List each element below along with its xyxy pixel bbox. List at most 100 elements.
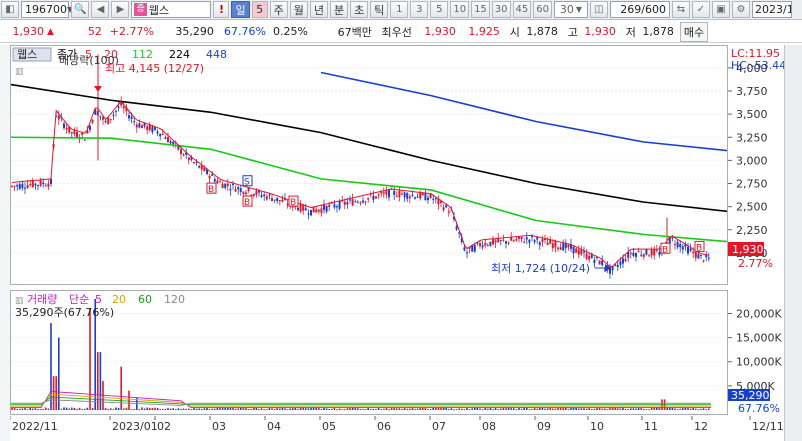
volume-bar — [492, 409, 494, 411]
volume-bars — [11, 299, 710, 411]
open-price: 1,878 — [526, 25, 558, 38]
volume-bar — [211, 408, 213, 410]
save-icon[interactable]: ▣ — [712, 1, 730, 18]
candle-body — [104, 121, 107, 123]
stock-name-field[interactable]: 증 웹스 — [131, 1, 212, 18]
settings-gear-icon[interactable]: ⚙ — [732, 1, 750, 18]
candle-body — [302, 204, 305, 211]
check-icon[interactable]: ✓ — [692, 1, 710, 18]
candle-body — [707, 257, 710, 259]
right-scrollbar[interactable] — [784, 45, 802, 441]
minute-3-button[interactable]: 3 — [410, 1, 429, 18]
period-week-button[interactable]: 주 — [269, 1, 288, 18]
volume-bar — [458, 408, 460, 410]
volume-bar — [76, 408, 78, 410]
volume-bar — [370, 408, 372, 410]
candle-body — [674, 244, 676, 246]
volume-bar — [471, 408, 473, 410]
alert-icon[interactable]: ! — [213, 1, 230, 18]
volume-resize-icon[interactable]: ▥ — [15, 296, 24, 306]
candle-body — [367, 197, 370, 200]
minute-10-button[interactable]: 10 — [450, 1, 470, 18]
minute-15-button[interactable]: 15 — [471, 1, 490, 18]
volume-bar — [325, 408, 328, 410]
volume-bar — [39, 409, 42, 411]
candle-body — [580, 249, 583, 255]
volume-bar — [143, 408, 146, 410]
candle-body — [466, 252, 468, 254]
prev-stock-icon[interactable]: ◀ — [91, 1, 110, 18]
minute-30-button[interactable]: 30 — [491, 1, 511, 18]
volume-bar — [549, 407, 551, 410]
candle-body — [203, 167, 206, 172]
zoom-icon[interactable]: ◫ — [590, 1, 608, 18]
candle-body — [323, 204, 325, 210]
volume-bar — [234, 408, 237, 410]
period-month-button[interactable]: 월 — [289, 1, 308, 18]
volume-bar — [78, 407, 81, 410]
minute-60-button[interactable]: 60 — [533, 1, 552, 18]
candle-body — [502, 239, 505, 241]
period-minute-button[interactable]: 분 — [329, 1, 349, 18]
period-minute-label: 분 — [333, 3, 345, 17]
period-year-button[interactable]: 년 — [309, 1, 328, 18]
volume-bar — [432, 407, 434, 410]
date-input[interactable]: 2023/12 — [752, 1, 792, 18]
candle-body — [107, 117, 110, 125]
volume-bar — [635, 408, 637, 410]
candle-body — [81, 133, 84, 135]
volume-ticks: 20,000K15,000K10,000K5,000K — [728, 307, 782, 393]
candle-body — [167, 137, 169, 143]
candle-body — [198, 165, 201, 168]
candle-body — [385, 190, 388, 195]
candlesticks — [11, 54, 710, 279]
candle-body — [169, 141, 172, 144]
scroll-icon[interactable]: ⇆ — [672, 1, 690, 18]
display-count-input[interactable]: 269/600 — [610, 1, 670, 18]
volume-bar — [180, 408, 182, 410]
volume-bar — [284, 408, 286, 410]
price-tick-label: 3,000 — [736, 154, 768, 167]
volume-legend: 단순 5 20 60 120 — [69, 293, 185, 306]
pane-resize-icon[interactable]: ▥ — [15, 67, 24, 77]
volume-bar — [437, 407, 440, 410]
menu-icon[interactable]: ◧ — [1, 1, 19, 18]
period-second-button[interactable]: 초 — [350, 1, 369, 18]
volume-bar — [648, 409, 650, 411]
low-note: 최저 1,724 (10/24) — [491, 262, 590, 275]
volume-chart-pane[interactable]: ▥ 거래량 단순 5 20 60 120 35,290주(67.76%) — [10, 290, 728, 415]
volume-bar — [596, 408, 598, 410]
volume-bar — [409, 408, 411, 410]
candle-body — [442, 207, 445, 211]
buy-button[interactable]: 매수 — [679, 21, 709, 42]
volume-bar — [195, 408, 198, 410]
volume-bar — [481, 409, 484, 411]
turnover-rate: 0.25% — [272, 25, 308, 38]
minute-5-button[interactable]: 5 — [430, 1, 449, 18]
search-icon[interactable]: 🔍 — [71, 1, 90, 18]
date-tick-label: 03 — [212, 420, 226, 433]
price-chart-pane[interactable]: BSBBBB 웹스 종가 5 20 112 224 448 ▥ 배당락(100) 최고 4… — [10, 45, 752, 285]
period-num-select[interactable]: 5 — [251, 1, 268, 18]
period-daily-button[interactable]: 일 — [231, 1, 250, 18]
volume-bar — [71, 407, 73, 410]
candle-body — [689, 248, 692, 251]
next-stock-icon[interactable]: ▶ — [111, 1, 130, 18]
current-pct-axis: 2.77% — [738, 257, 773, 270]
volume-bar — [453, 409, 455, 411]
candle-body — [317, 209, 320, 212]
volume-bar — [255, 407, 258, 410]
candle-body — [177, 146, 180, 150]
date-tick-label: 08 — [482, 420, 496, 433]
volume-legend-item: 20 — [112, 293, 126, 306]
candle-body — [276, 197, 279, 202]
stock-code-input[interactable]: 196700▼ — [21, 1, 73, 18]
volume-value: 35,290 — [175, 25, 214, 38]
minute-45-button[interactable]: 45 — [512, 1, 532, 18]
candle-body — [135, 124, 138, 128]
volume-bar — [107, 408, 109, 410]
period-tick-button[interactable]: 틱 — [370, 1, 389, 18]
candle-body — [447, 211, 450, 213]
minute-1-button[interactable]: 1 — [390, 1, 409, 18]
count-select[interactable]: 30 ▼ — [554, 1, 588, 18]
